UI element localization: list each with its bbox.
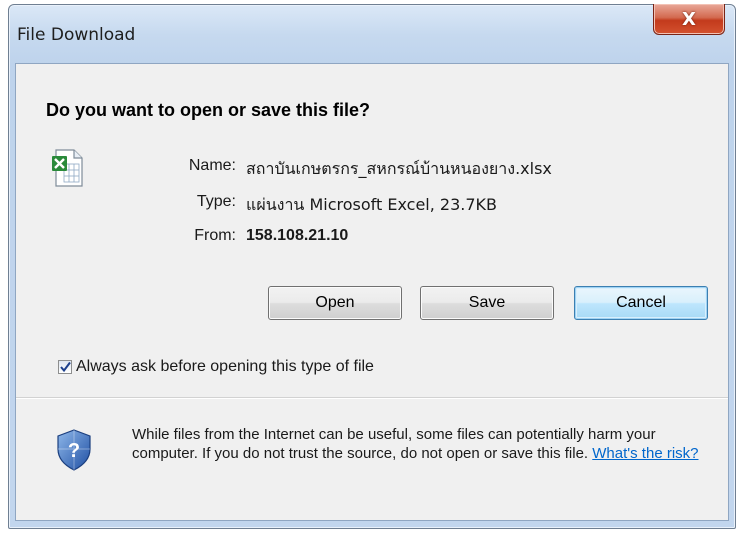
close-icon: X — [682, 8, 696, 30]
cancel-button[interactable]: Cancel — [574, 286, 708, 320]
from-label: From: — [194, 227, 236, 244]
always-ask-checkbox[interactable] — [58, 360, 72, 374]
security-shield-icon: ? — [57, 429, 91, 471]
title-bar[interactable]: File Download X — [9, 4, 735, 63]
dialog-content: Do you want to open or save this file? N… — [15, 63, 729, 521]
always-ask-label: Always ask before opening this type of f… — [76, 358, 374, 375]
close-button[interactable]: X — [653, 4, 725, 35]
file-download-window: File Download X Do you want to open or s… — [8, 4, 736, 529]
checkmark-icon — [60, 361, 71, 373]
whats-the-risk-link[interactable]: What's the risk? — [592, 445, 698, 462]
file-name-value: สถาบันเกษตรกร_สหกรณ์บ้านหนองยาง.xlsx — [246, 159, 552, 178]
warning-section: ? While files from the Internet can be u… — [16, 399, 728, 520]
name-label: Name: — [188, 157, 236, 174]
svg-text:?: ? — [68, 440, 80, 462]
security-warning-text: While files from the Internet can be use… — [132, 425, 712, 463]
warning-message: While files from the Internet can be use… — [132, 426, 656, 462]
dialog-question: Do you want to open or save this file? — [46, 100, 371, 120]
excel-file-icon — [52, 149, 83, 187]
open-button[interactable]: Open — [268, 286, 402, 320]
window-title: File Download — [17, 25, 136, 45]
type-label: Type: — [196, 193, 236, 210]
source-host-value: 158.108.21.10 — [246, 227, 349, 244]
save-button[interactable]: Save — [420, 286, 554, 320]
file-type-value: แผ่นงาน Microsoft Excel, 23.7KB — [246, 195, 497, 214]
always-ask-row[interactable]: Always ask before opening this type of f… — [58, 358, 374, 376]
